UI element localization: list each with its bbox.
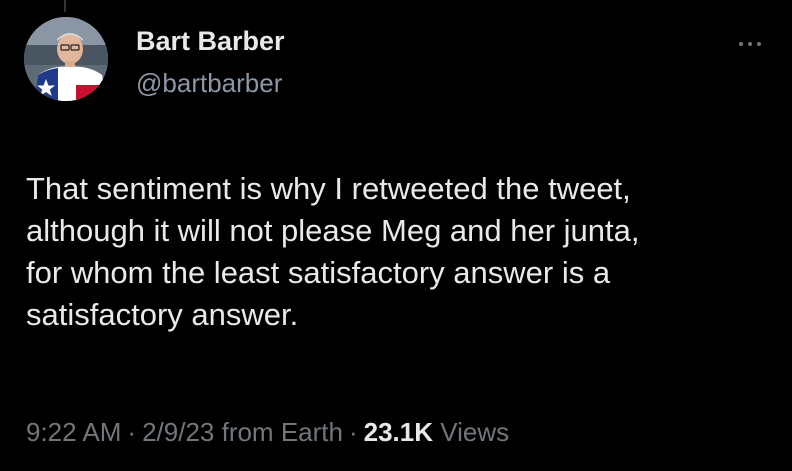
tweet-meta: 9:22 AM · 2/9/23 from Earth · 23.1K Views [26, 417, 509, 448]
thread-line [64, 0, 66, 12]
ellipsis-icon [748, 42, 752, 46]
tweet-text-line: That sentiment is why I retweeted the tw… [26, 171, 631, 206]
ellipsis-icon [739, 42, 743, 46]
avatar[interactable] [24, 17, 108, 101]
tweet-date-location[interactable]: 2/9/23 from Earth [142, 417, 343, 447]
meta-separator: · [127, 417, 137, 447]
tweet-text-line: although it will not please Meg and her … [26, 213, 640, 248]
more-options-button[interactable] [730, 32, 770, 56]
tweet-card: Bart Barber @bartbarber That sentiment i… [0, 0, 792, 471]
tweet-time[interactable]: 9:22 AM [26, 417, 121, 447]
author-handle[interactable]: @bartbarber [136, 68, 282, 99]
tweet-text: That sentiment is why I retweeted the tw… [26, 168, 776, 336]
views-label: Views [440, 417, 510, 447]
author-display-name[interactable]: Bart Barber [136, 26, 285, 57]
tweet-text-line: satisfactory answer. [26, 297, 299, 332]
tweet-text-line: for whom the least satisfactory answer i… [26, 255, 611, 290]
meta-separator: · [348, 417, 358, 447]
ellipsis-icon [757, 42, 761, 46]
avatar-photo-icon [24, 17, 108, 101]
views-count[interactable]: 23.1K [364, 417, 433, 447]
